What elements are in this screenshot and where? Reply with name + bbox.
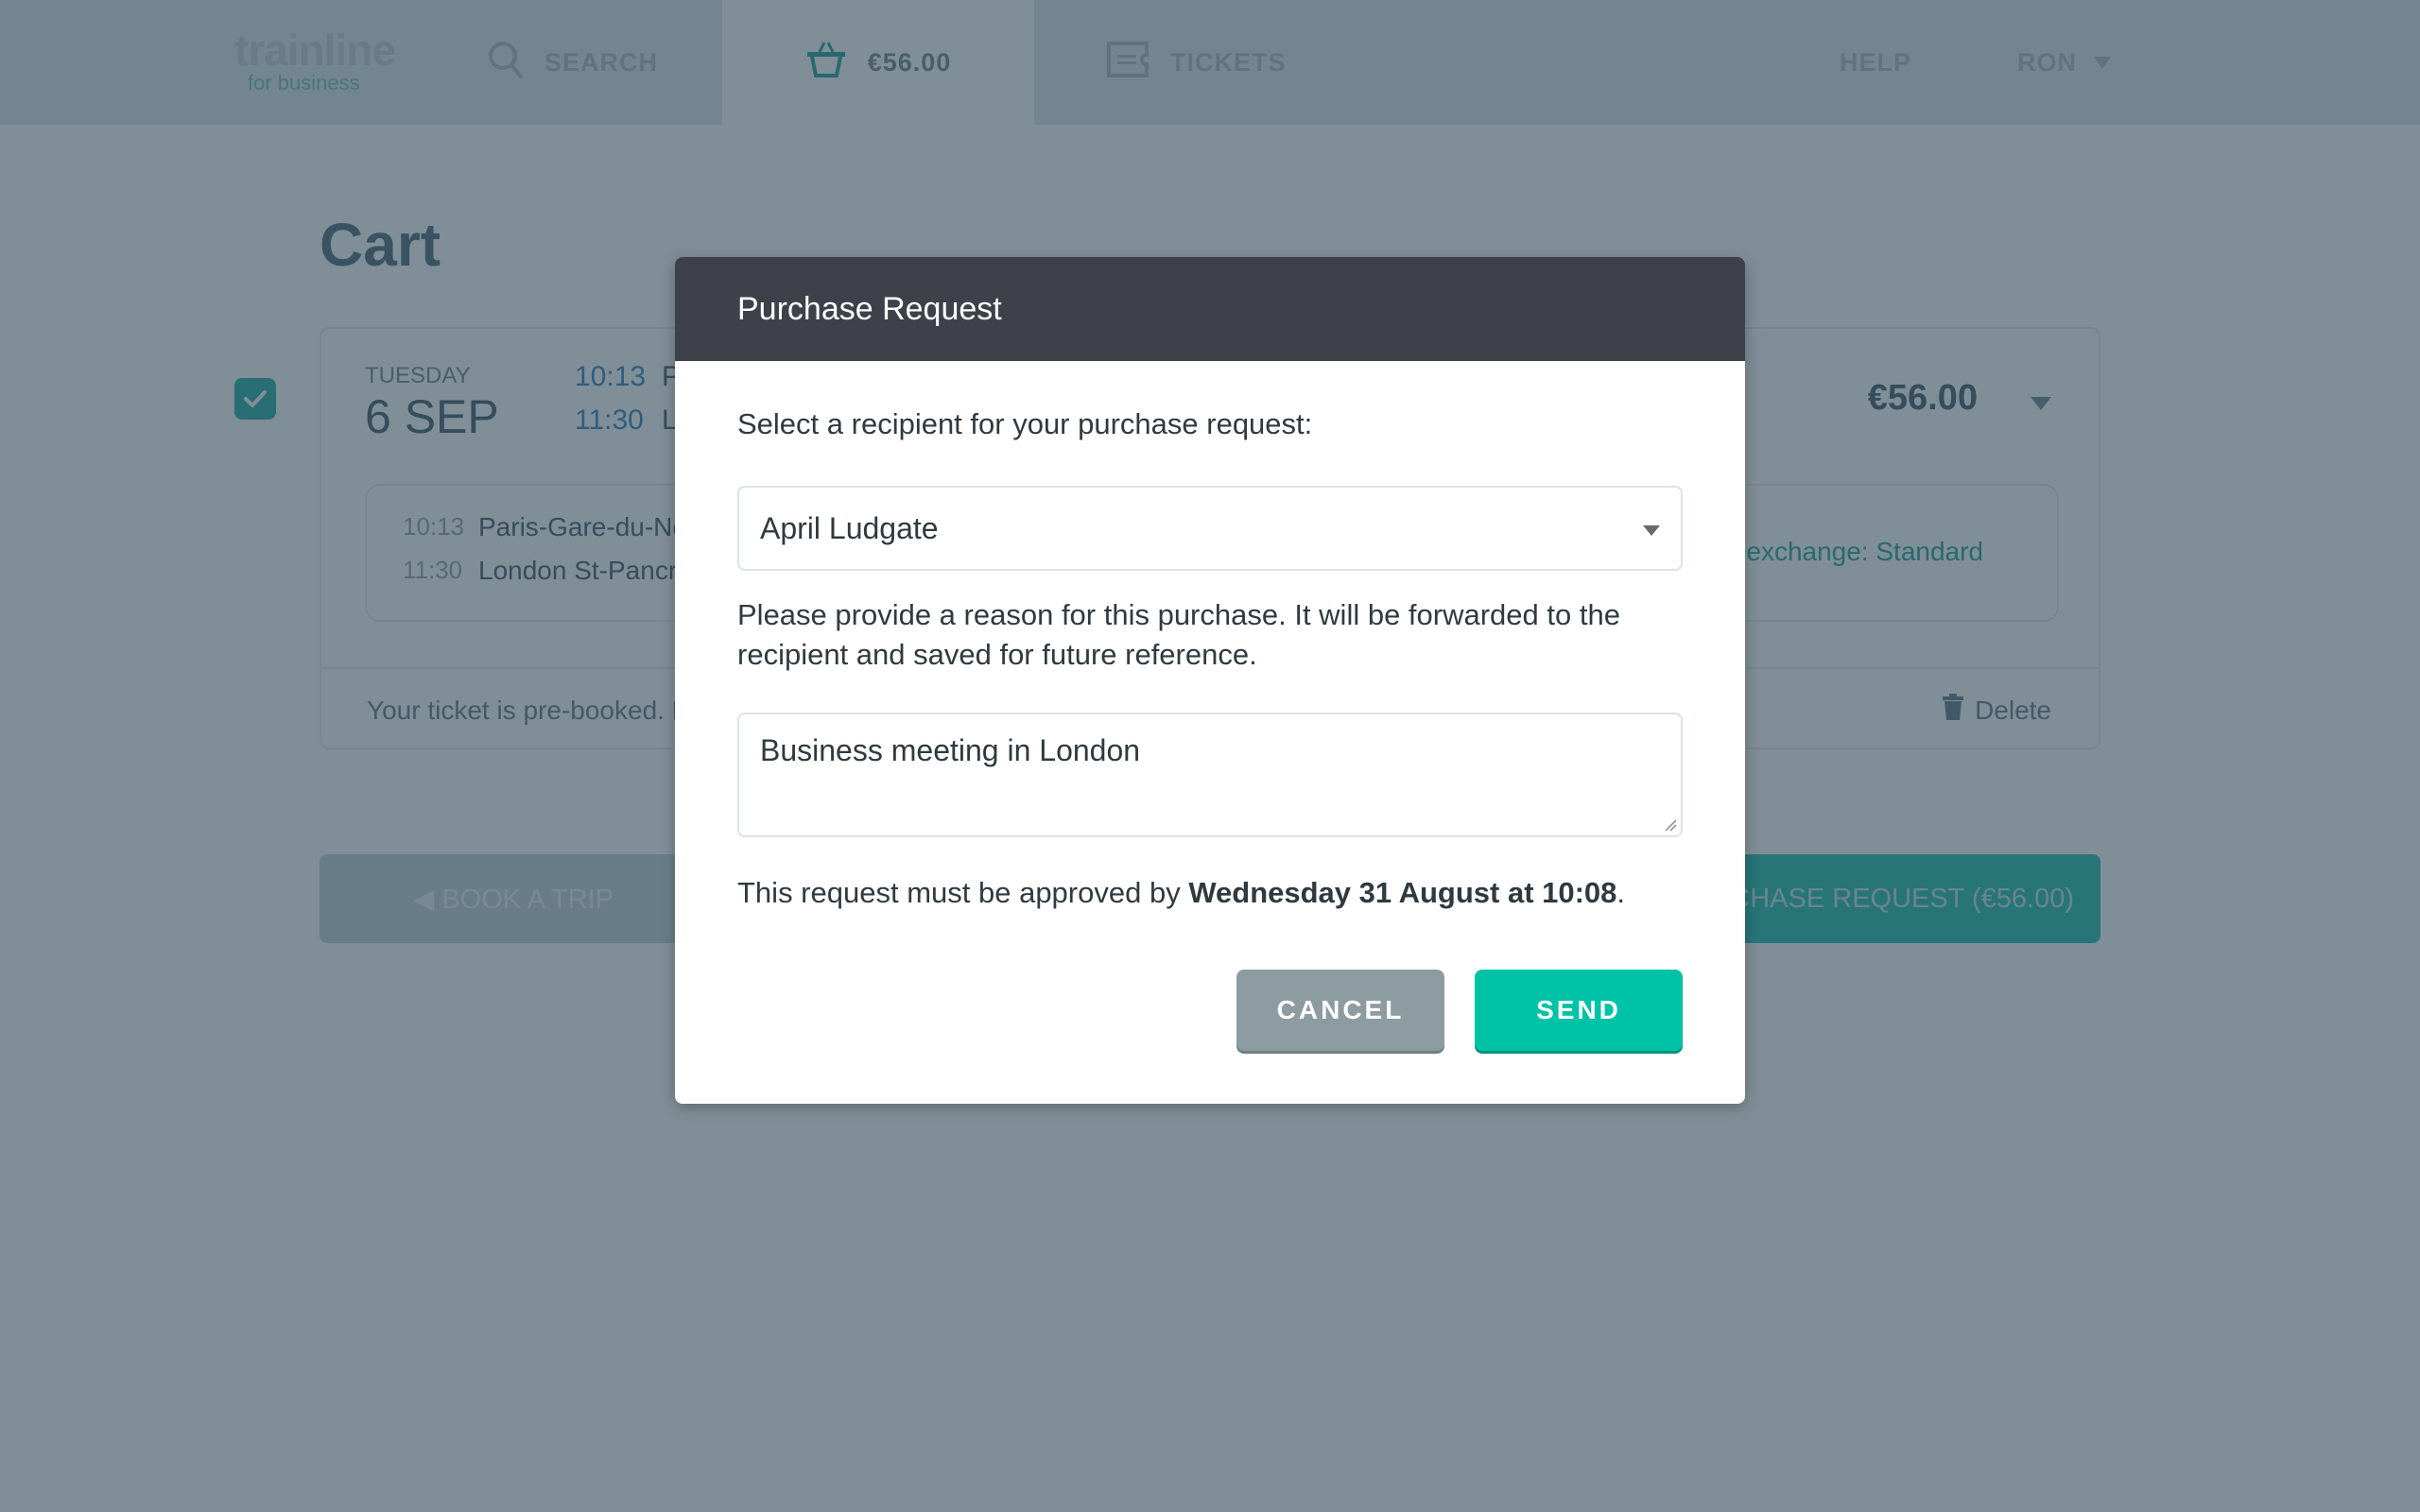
reason-value: Business meeting in London — [760, 733, 1141, 767]
cancel-button[interactable]: CANCEL — [1236, 970, 1444, 1051]
dialog-header: Purchase Request — [675, 257, 1745, 361]
approval-deadline: This request must be approved by Wednesd… — [737, 873, 1625, 913]
deadline-prefix: This request must be approved by — [737, 876, 1189, 909]
reason-label: Please provide a reason for this purchas… — [737, 598, 1620, 671]
reason-textarea[interactable]: Business meeting in London — [737, 713, 1683, 837]
resize-handle-icon[interactable] — [1664, 818, 1677, 832]
deadline-value: Wednesday 31 August at 10:08 — [1188, 876, 1617, 909]
chevron-down-icon — [1643, 525, 1660, 536]
recipient-select[interactable]: April Ludgate — [737, 486, 1683, 571]
deadline-suffix: . — [1616, 876, 1626, 909]
recipient-value: April Ludgate — [760, 510, 939, 545]
send-button[interactable]: SEND — [1475, 970, 1683, 1051]
dialog-title: Purchase Request — [737, 290, 1002, 327]
recipient-label: Select a recipient for your purchase req… — [737, 407, 1313, 440]
